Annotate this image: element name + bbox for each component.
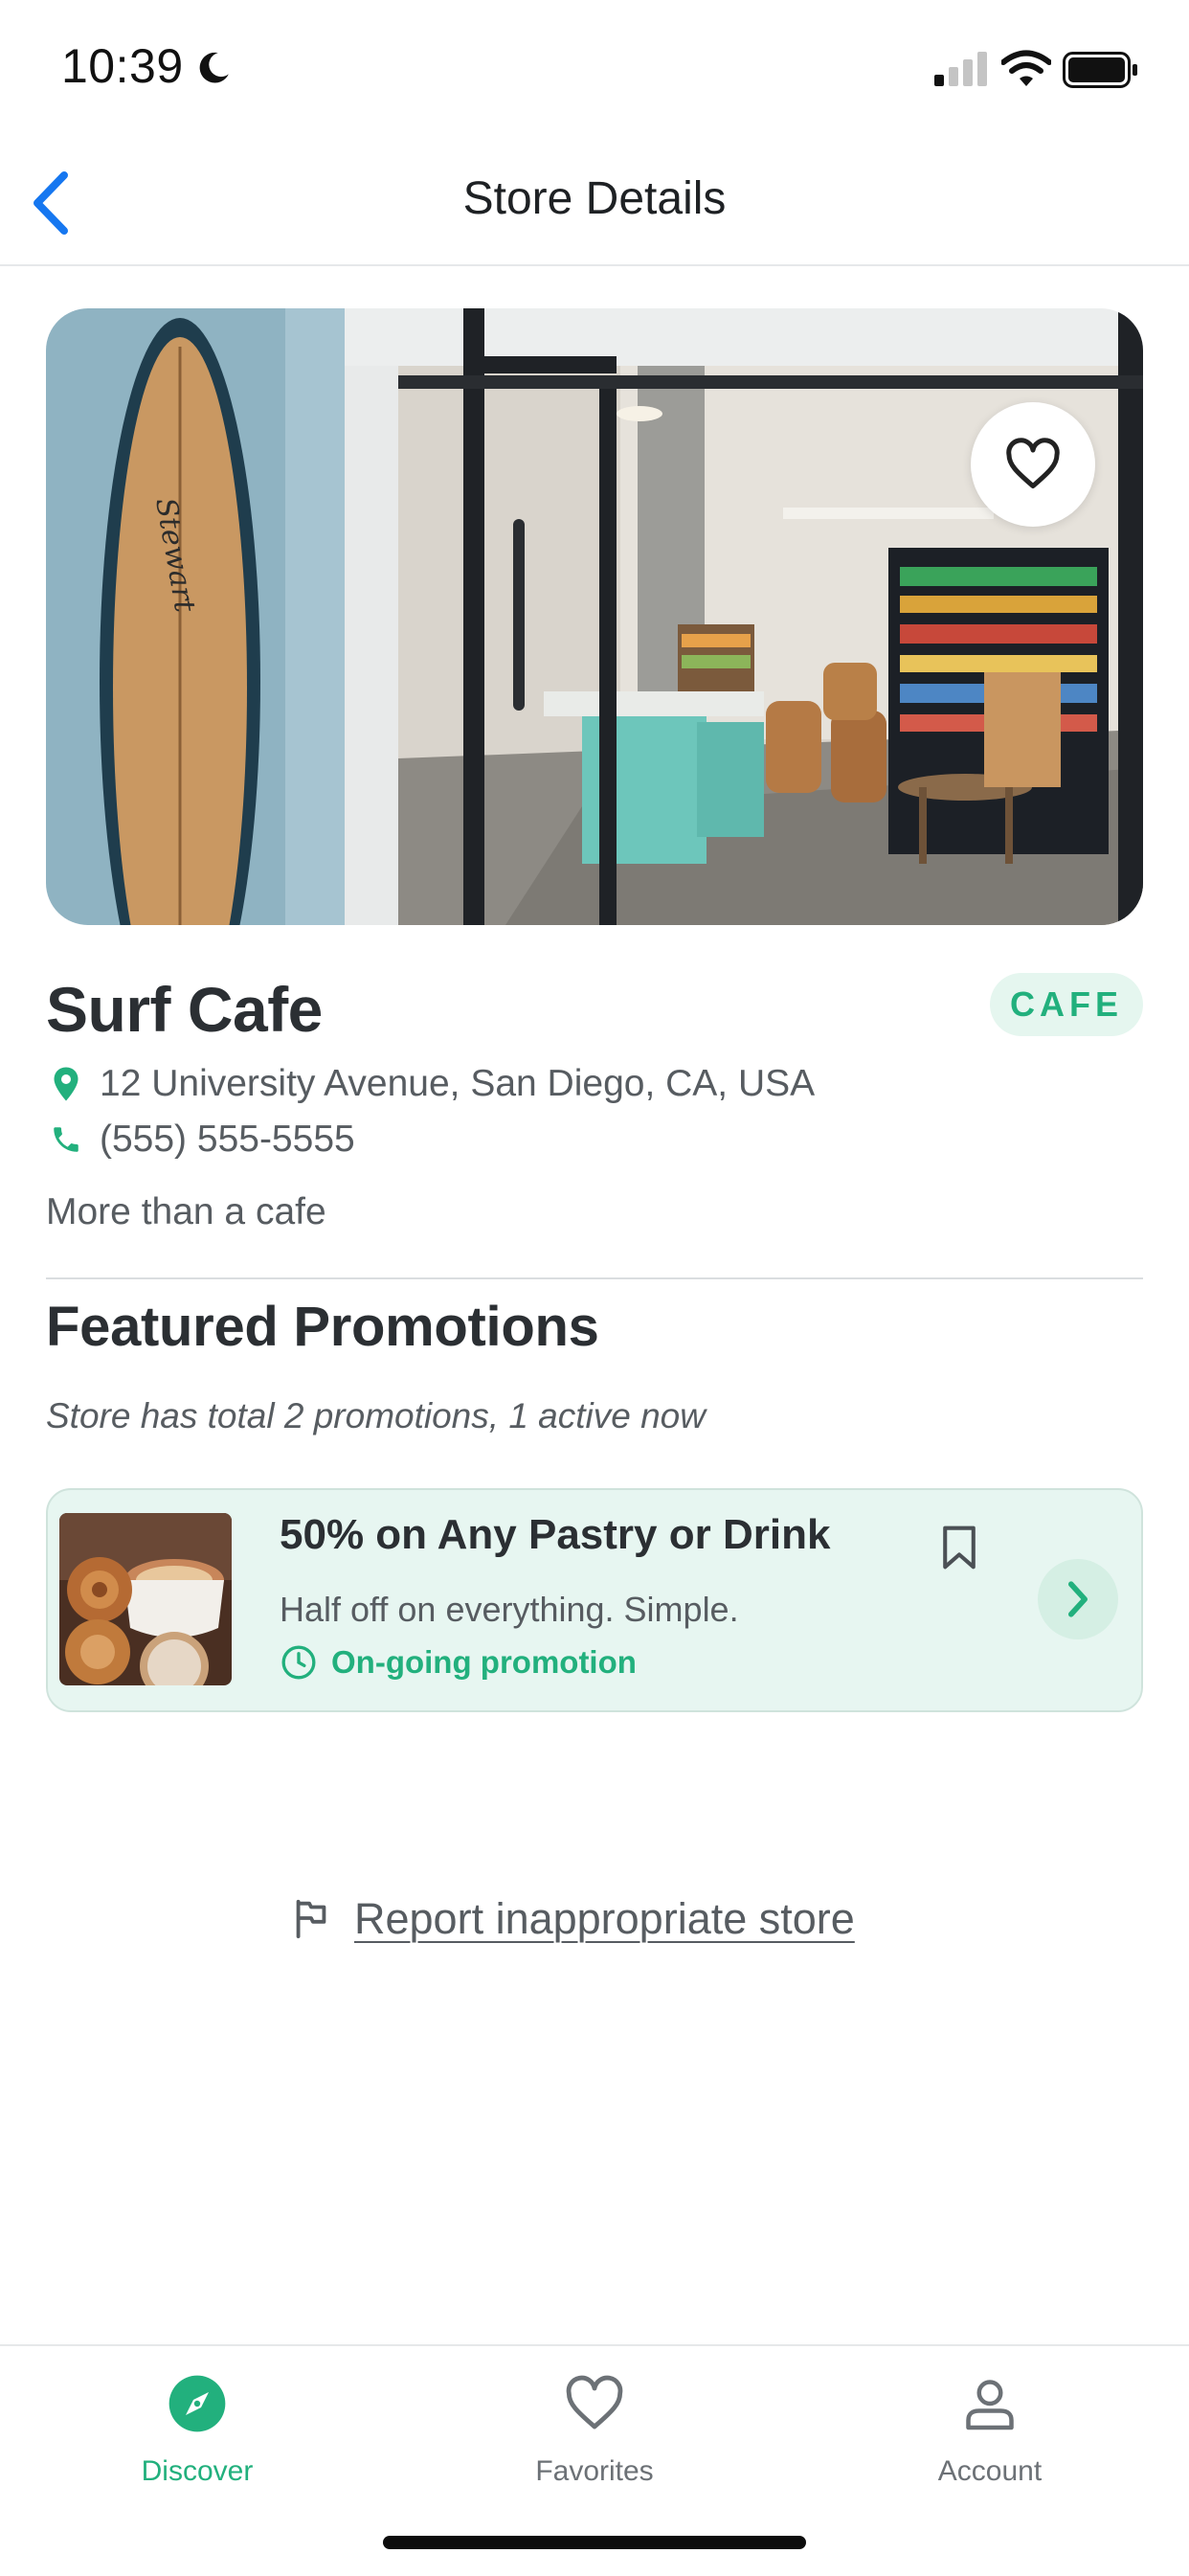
status-bar: 10:39	[0, 0, 1189, 142]
page-title: Store Details	[462, 173, 727, 224]
promotions-summary: Store has total 2 promotions, 1 active n…	[46, 1396, 706, 1435]
heart-outline-icon	[1006, 438, 1060, 488]
store-photo: Stewart	[46, 308, 1143, 925]
tab-discover[interactable]: Discover	[54, 2365, 341, 2509]
promotion-subtitle: Half off on everything. Simple.	[280, 1590, 739, 1629]
home-indicator	[383, 2536, 806, 2549]
moon-icon	[199, 52, 229, 83]
category-badge: CAFE	[990, 973, 1143, 1036]
compass-icon	[163, 2369, 232, 2438]
signal-icon	[934, 52, 987, 86]
person-icon	[955, 2369, 1024, 2438]
favorite-button[interactable]	[971, 402, 1095, 527]
bookmark-icon	[943, 1525, 976, 1570]
battery-icon	[1063, 52, 1137, 88]
promotion-title: 50% on Any Pastry or Drink	[280, 1511, 831, 1558]
map-pin-icon	[46, 1064, 86, 1104]
report-store-link[interactable]: Report inappropriate store	[289, 1894, 855, 1944]
clock-icon	[280, 1643, 318, 1682]
tab-favorites[interactable]: Favorites	[451, 2365, 738, 2509]
promotion-status: On-going promotion	[280, 1643, 637, 1682]
store-description: More than a cafe	[46, 1191, 326, 1232]
promotion-thumbnail	[59, 1513, 232, 1685]
tab-label: Favorites	[535, 2455, 654, 2487]
phone-row[interactable]: (555) 555-5555	[46, 1115, 355, 1164]
store-name: Surf Cafe	[46, 974, 323, 1045]
report-store-label: Report inappropriate store	[354, 1894, 855, 1943]
wifi-icon	[1001, 50, 1051, 86]
address-row[interactable]: 12 University Avenue, San Diego, CA, USA	[46, 1059, 815, 1109]
heart-icon	[560, 2369, 629, 2438]
phone-icon	[46, 1119, 86, 1160]
flag-icon	[289, 1896, 335, 1942]
divider	[46, 1277, 1143, 1279]
open-promotion-button[interactable]	[1038, 1559, 1118, 1639]
tab-account[interactable]: Account	[846, 2365, 1133, 2509]
bookmark-button[interactable]	[931, 1519, 988, 1576]
promotion-status-label: On-going promotion	[331, 1644, 637, 1680]
store-address: 12 University Avenue, San Diego, CA, USA	[100, 1063, 816, 1104]
section-title: Featured Promotions	[46, 1296, 599, 1358]
status-time: 10:39	[61, 39, 184, 93]
navigation-bar: Store Details	[0, 142, 1189, 266]
chevron-right-icon	[1068, 1581, 1088, 1617]
tab-label: Account	[937, 2455, 1043, 2487]
promotion-card[interactable]: 50% on Any Pastry or Drink Half off on e…	[46, 1488, 1143, 1712]
store-phone: (555) 555-5555	[100, 1119, 355, 1160]
tab-label: Discover	[141, 2455, 254, 2487]
